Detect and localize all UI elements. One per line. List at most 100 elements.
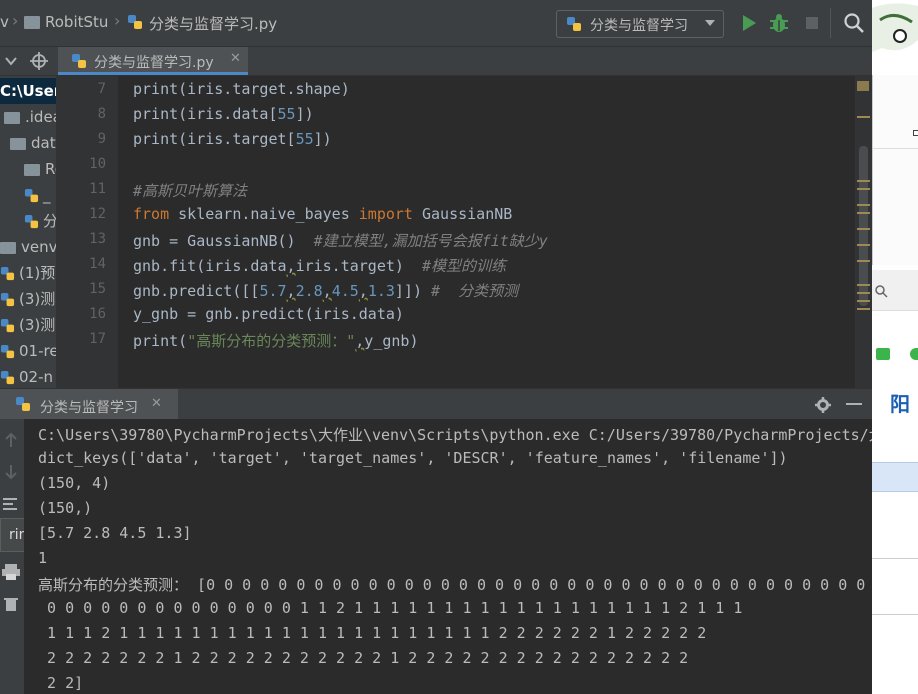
folder-icon (10, 137, 26, 150)
console-line: 2 2] (38, 674, 84, 692)
warning-marker[interactable] (857, 212, 870, 214)
code-token: , (358, 282, 368, 300)
extension-icon[interactable] (910, 348, 918, 360)
arrow-up-icon[interactable] (2, 431, 20, 449)
breadcrumb-project[interactable]: RobitStu (45, 13, 108, 31)
code-line[interactable]: y_gnb = gnb.predict(iris.data) (133, 305, 404, 323)
trash-icon[interactable] (2, 595, 20, 613)
editor-scroll-markers[interactable] (855, 76, 872, 388)
code-token: ]]) (394, 282, 432, 300)
line-number: 10 (89, 156, 106, 172)
code-line[interactable]: #高斯贝叶斯算法 (133, 180, 247, 201)
project-tree-label: venv (21, 238, 56, 256)
project-tree-item[interactable]: venv (0, 234, 56, 260)
run-configuration-select[interactable]: 分类与监督学习 (556, 10, 724, 38)
close-icon[interactable]: ✕ (151, 396, 162, 411)
project-tree-item[interactable]: C:\User (0, 78, 56, 104)
warning-marker[interactable] (857, 292, 870, 294)
tab-file[interactable]: 分类与监督学习.py ✕ (58, 47, 248, 75)
line-number-gutter: 7 8 9 10 11 12 13 14 15 16 17 (56, 76, 118, 388)
folder-icon (24, 163, 40, 176)
run-tab[interactable]: 分类与监督学习 ✕ (0, 389, 178, 419)
project-tree-item[interactable]: _ (0, 182, 56, 208)
stop-icon[interactable] (800, 11, 824, 35)
warning-marker[interactable] (857, 300, 870, 302)
highlight-row (872, 462, 918, 492)
project-panel: C:\User .idea data Robi _ 分 venv (1)预 (3)测 (3)测 01… (0, 76, 56, 388)
debug-icon[interactable] (767, 11, 791, 35)
code-line[interactable]: print(iris.target.shape) (133, 80, 350, 98)
project-tree-item[interactable]: 02-n (0, 364, 56, 388)
python-file-icon (0, 370, 15, 385)
project-tree-item[interactable]: data (0, 130, 56, 156)
close-icon[interactable]: ✕ (230, 51, 241, 66)
breadcrumb-file[interactable]: 分类与监督学习.py (149, 13, 277, 34)
code-token: import (358, 205, 413, 223)
code-token: , (322, 282, 332, 300)
console-line: 高斯分布的分类预测： [0 0 0 0 0 0 0 0 0 0 0 0 0 0 … (38, 576, 872, 594)
code-line[interactable]: print("高斯分布的分类预测：",y_gnb) (133, 330, 418, 351)
code-line[interactable]: gnb = GaussianNB() #建立模型,漏加括号会报fit缺少y (133, 230, 548, 251)
gear-icon[interactable] (814, 396, 832, 414)
code-token: # 分类预测 (431, 282, 519, 300)
code-line[interactable]: print(iris.data[55]) (133, 105, 314, 123)
code-token: gnb = GaussianNB() (133, 232, 314, 250)
code-token: 55 (295, 130, 314, 148)
scrollbar-thumb[interactable] (859, 146, 868, 306)
code-token: y_gnb = gnb.predict(iris.data) (133, 305, 404, 323)
project-tree-label: (3)测 (19, 316, 56, 334)
project-tree-item[interactable]: (3)测 (0, 312, 56, 338)
warning-marker[interactable] (857, 188, 870, 190)
python-file-icon (0, 266, 15, 281)
folder-icon (0, 241, 16, 254)
soft-wrap-icon[interactable] (1, 495, 21, 513)
print-icon[interactable] (1, 563, 21, 581)
warning-marker[interactable] (857, 284, 870, 286)
code-line[interactable]: print(iris.target[55]) (133, 130, 332, 148)
minimize-icon[interactable] (846, 403, 862, 407)
run-toolbar (0, 419, 24, 694)
run-icon[interactable] (737, 11, 761, 35)
warning-marker[interactable] (857, 204, 870, 206)
code-line[interactable]: from sklearn.naive_bayes import Gaussian… (133, 205, 512, 223)
warning-marker[interactable] (857, 228, 870, 230)
project-view-dropdown-icon[interactable] (2, 53, 22, 69)
warning-marker[interactable] (857, 260, 870, 262)
warning-marker[interactable] (857, 244, 870, 246)
navigation-bar: v › RobitStu › 分类与监督学习.py 分类与监督学习 (0, 0, 872, 47)
arrow-down-icon[interactable] (2, 463, 20, 481)
project-tree-item[interactable]: Robi (0, 156, 56, 182)
breadcrumb-prev[interactable]: v (0, 13, 9, 31)
line-number: 12 (89, 206, 106, 222)
code-token: iris.target) (295, 257, 422, 275)
project-tree-label: 分 (43, 212, 56, 230)
code-token: , (286, 282, 296, 300)
warning-marker[interactable] (857, 116, 870, 118)
code-token: 55 (277, 105, 296, 123)
resize-handle[interactable] (913, 130, 918, 136)
console-line: 1 1 1 2 1 1 1 1 1 1 1 1 1 1 1 1 1 1 1 1 … (38, 624, 707, 642)
python-file-icon (24, 188, 39, 203)
project-tree-item[interactable]: .idea (0, 104, 56, 130)
line-number: 7 (97, 81, 106, 97)
code-editor[interactable]: print(iris.target.shape) print(iris.data[… (118, 76, 855, 388)
locate-target-icon[interactable] (30, 52, 48, 70)
search-icon[interactable] (874, 284, 888, 298)
code-line[interactable]: gnb.predict([[5.7,2.8,4.5,1.3]]) # 分类预测 (133, 280, 518, 301)
search-icon[interactable] (842, 11, 866, 35)
editor-tab-bar: 分类与监督学习.py ✕ (0, 47, 872, 76)
extension-bar (872, 345, 918, 363)
project-tree-label: 02-n (19, 368, 54, 386)
project-tree-label: Robi (45, 160, 56, 178)
code-line[interactable]: gnb.fit(iris.data,iris.target) #模型的训练 (133, 255, 506, 276)
run-console-output[interactable]: C:\Users\39780\PycharmProjects\大作业\venv\… (24, 419, 872, 694)
warning-marker[interactable] (857, 180, 870, 182)
project-tree-item[interactable]: 01-re (0, 338, 56, 364)
project-tree-item[interactable]: (1)预 (0, 260, 56, 286)
warning-marker[interactable] (857, 308, 870, 310)
project-tree-item[interactable]: 分 (0, 208, 56, 234)
project-tree-item[interactable]: (3)测 (0, 286, 56, 312)
line-number: 8 (97, 106, 106, 122)
extension-icon[interactable] (876, 348, 890, 360)
inspection-status-icon[interactable] (857, 81, 869, 91)
